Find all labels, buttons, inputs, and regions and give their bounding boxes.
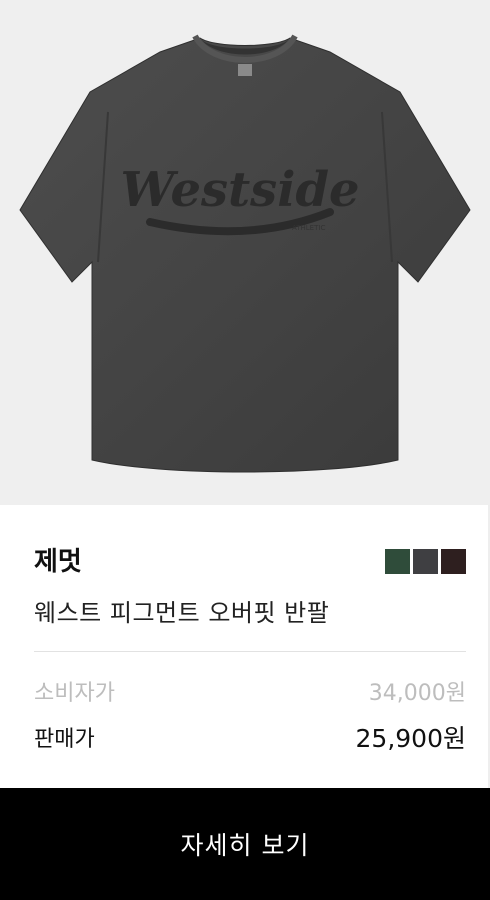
color-swatches xyxy=(385,549,466,574)
view-details-label: 자세히 보기 xyxy=(180,831,310,860)
product-name[interactable]: 웨스트 피그먼트 오버핏 반팔 xyxy=(34,593,329,628)
brand-row: 제멋 xyxy=(34,541,466,581)
product-image[interactable]: Westside ATHLETIC xyxy=(0,0,490,505)
divider xyxy=(34,651,466,652)
retail-price-row: 소비자가 34,000원 xyxy=(34,675,466,707)
tag-icon xyxy=(238,64,252,76)
brand-name: 제멋 xyxy=(34,547,82,577)
print-subtext: ATHLETIC xyxy=(292,224,325,232)
retail-price-value: 34,000원 xyxy=(368,681,466,706)
sale-price-value: 25,900원 xyxy=(355,724,466,753)
tshirt-image: Westside ATHLETIC xyxy=(19,34,471,473)
view-details-button[interactable]: 자세히 보기 xyxy=(0,788,490,900)
color-swatch-3[interactable] xyxy=(441,549,466,574)
sale-price-row: 판매가 25,900원 xyxy=(34,721,466,753)
sale-price-label: 판매가 xyxy=(34,727,95,752)
retail-price-label: 소비자가 xyxy=(34,681,115,706)
color-swatch-2[interactable] xyxy=(413,549,438,574)
print-text: Westside xyxy=(120,162,359,218)
color-swatch-1[interactable] xyxy=(385,549,410,574)
